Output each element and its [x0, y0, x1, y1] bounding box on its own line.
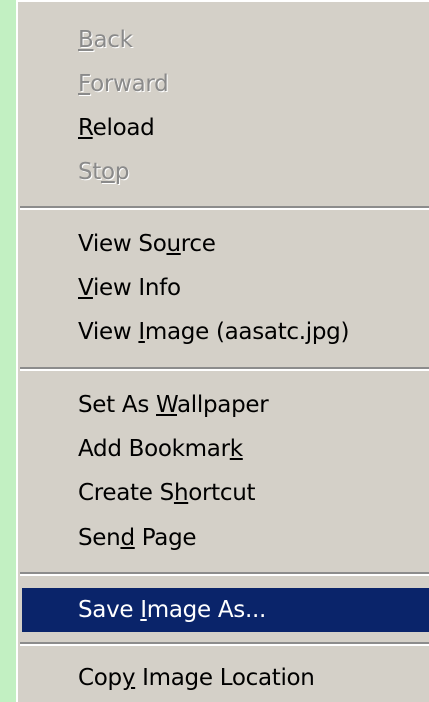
context-menu: Back Forward Reload Stop View Source Vie…: [16, 0, 429, 702]
menu-item-send-page[interactable]: Send Page: [18, 516, 429, 560]
menu-item-stop-post: p: [114, 159, 130, 185]
menu-item-stop: Stop: [18, 150, 429, 194]
menu-separator: [20, 206, 429, 210]
menu-item-view-image-pre: View: [78, 319, 139, 345]
menu-item-reload-accel: R: [78, 115, 93, 141]
menu-item-view-image[interactable]: View Image (aasatc.jpg): [18, 310, 429, 354]
menu-item-stop-pre: St: [78, 159, 102, 185]
menu-item-create-shortcut-pre: Create S: [78, 480, 174, 506]
menu-item-forward: Forward: [18, 62, 429, 106]
menu-item-view-source-post: rce: [180, 231, 216, 257]
menu-item-reload-post: eload: [92, 115, 155, 141]
menu-item-set-as-wallpaper[interactable]: Set As Wallpaper: [18, 383, 429, 427]
menu-item-create-shortcut-accel: h: [173, 480, 189, 506]
menu-item-set-as-wallpaper-post: allpaper: [177, 392, 269, 418]
menu-separator: [20, 367, 429, 371]
menu-item-create-shortcut-post: ortcut: [188, 480, 256, 506]
menu-item-view-info[interactable]: View Info: [18, 266, 429, 310]
menu-item-view-source[interactable]: View Source: [18, 222, 429, 266]
menu-item-send-page-accel: d: [120, 525, 135, 551]
menu-item-reload[interactable]: Reload: [18, 106, 429, 150]
menu-item-copy-image-location-post: Image Location: [135, 665, 315, 691]
menu-separator: [20, 642, 429, 646]
menu-item-add-bookmark[interactable]: Add Bookmark: [18, 427, 429, 471]
menu-item-save-image-as-post: mage As...: [146, 597, 267, 623]
menu-item-add-bookmark-accel: k: [229, 436, 243, 462]
menu-item-send-page-post: Page: [134, 525, 197, 551]
menu-item-set-as-wallpaper-pre: Set As: [78, 392, 157, 418]
menu-item-forward-accel: F: [78, 71, 91, 97]
menu-item-send-page-pre: Sen: [78, 525, 121, 551]
menu-item-view-source-accel: u: [166, 231, 181, 257]
menu-item-save-image-as-pre: Save: [78, 597, 141, 623]
menu-item-view-source-pre: View So: [78, 231, 167, 257]
menu-item-copy-image-location-pre: Cop: [78, 665, 122, 691]
menu-item-back: Back: [18, 18, 429, 62]
menu-item-back-post: ack: [93, 27, 133, 53]
menu-separator: [20, 572, 429, 576]
menu-item-view-image-post: mage (aasatc.jpg): [144, 319, 350, 345]
menu-item-save-image-as[interactable]: Save Image As...: [22, 588, 429, 632]
menu-item-view-info-post: iew Info: [92, 275, 181, 301]
menu-item-back-accel: B: [78, 27, 94, 53]
menu-item-copy-image-location-accel: y: [121, 665, 136, 691]
menu-item-view-info-accel: V: [78, 275, 93, 301]
menu-item-stop-accel: o: [101, 159, 115, 185]
menu-item-set-as-wallpaper-accel: W: [156, 392, 177, 418]
menu-item-create-shortcut[interactable]: Create Shortcut: [18, 471, 429, 515]
menu-item-add-bookmark-pre: Add Bookmar: [78, 436, 230, 462]
menu-item-copy-image-location[interactable]: Copy Image Location: [18, 656, 429, 700]
menu-item-forward-post: orward: [90, 71, 169, 97]
